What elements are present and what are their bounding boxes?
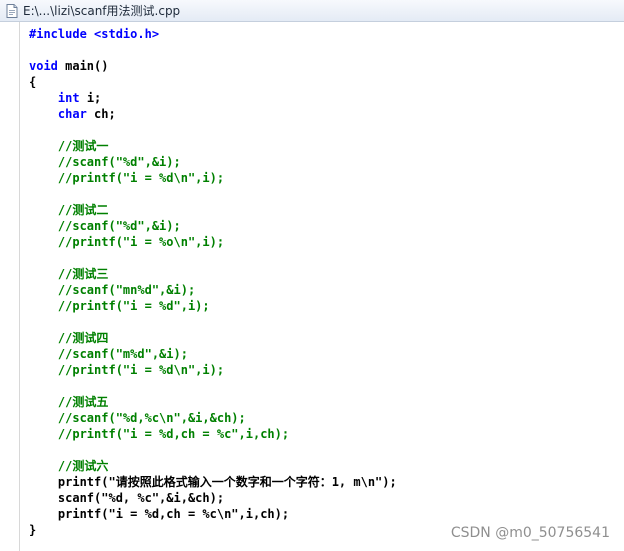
code-line[interactable]: //测试四 <box>29 330 397 346</box>
code-text: main() <box>57 59 109 73</box>
code-line[interactable]: //printf("i = %o\n",i); <box>29 234 397 250</box>
code-line[interactable]: //scanf("m%d",&i); <box>29 346 397 362</box>
code-line[interactable]: //scanf("mn%d",&i); <box>29 282 397 298</box>
code-line[interactable]: //printf("i = %d,ch = %c",i,ch); <box>29 426 397 442</box>
code-keyword: int <box>57 91 80 105</box>
code-line[interactable]: printf("请按照此格式输入一个数字和一个字符：1, m\n"); <box>29 474 397 490</box>
code-comment: //scanf("%d,%c\n",&i,&ch); <box>29 411 246 425</box>
code-comment: //测试六 <box>29 459 109 473</box>
code-text: printf("i = %d,ch = %c\n",i,ch); <box>29 507 290 521</box>
code-text: { <box>29 75 37 89</box>
code-line[interactable] <box>29 186 397 202</box>
code-line[interactable]: //测试五 <box>29 394 397 410</box>
window-title: E:\...\lizi\scanf用法测试.cpp <box>23 4 181 18</box>
code-comment: //scanf("%d",&i); <box>29 155 181 169</box>
code-comment: //printf("i = %d\n",i); <box>29 171 225 185</box>
code-text: scanf("%d, %c",&i,&ch); <box>29 491 225 505</box>
code-line[interactable] <box>29 42 397 58</box>
code-line[interactable]: //测试三 <box>29 266 397 282</box>
code-line[interactable]: //测试一 <box>29 138 397 154</box>
code-line[interactable]: { <box>29 74 397 90</box>
code-line[interactable]: int i; <box>29 90 397 106</box>
code-line[interactable]: //scanf("%d,%c\n",&i,&ch); <box>29 410 397 426</box>
csdn-watermark: CSDN @m0_50756541 <box>450 525 610 541</box>
code-comment: //printf("i = %o\n",i); <box>29 235 225 249</box>
code-comment: //测试二 <box>29 203 109 217</box>
code-comment: //测试一 <box>29 139 109 153</box>
code-text: ch; <box>86 107 116 121</box>
code-line[interactable]: //测试二 <box>29 202 397 218</box>
code-comment: //测试四 <box>29 331 109 345</box>
code-line[interactable]: scanf("%d, %c",&i,&ch); <box>29 490 397 506</box>
code-comment: //scanf("mn%d",&i); <box>29 283 196 297</box>
code-line[interactable] <box>29 314 397 330</box>
code-line[interactable]: printf("i = %d,ch = %c\n",i,ch); <box>29 506 397 522</box>
code-line[interactable]: //scanf("%d",&i); <box>29 154 397 170</box>
cpp-file-icon <box>6 3 18 18</box>
source-code[interactable]: #include <stdio.h> void main(){ int i; c… <box>29 26 397 538</box>
code-editor[interactable]: #include <stdio.h> void main(){ int i; c… <box>0 22 624 551</box>
code-keyword: char <box>57 107 87 121</box>
code-keyword: #include <stdio.h> <box>29 27 160 41</box>
code-line[interactable] <box>29 442 397 458</box>
code-line[interactable]: //scanf("%d",&i); <box>29 218 397 234</box>
code-line[interactable]: //printf("i = %d\n",i); <box>29 170 397 186</box>
code-comment: //scanf("m%d",&i); <box>29 347 188 361</box>
code-line[interactable] <box>29 122 397 138</box>
code-line[interactable]: //测试六 <box>29 458 397 474</box>
code-comment: //printf("i = %d",i); <box>29 299 210 313</box>
window-titlebar[interactable]: E:\...\lizi\scanf用法测试.cpp <box>0 0 624 22</box>
code-line[interactable]: void main() <box>29 58 397 74</box>
code-line[interactable]: } <box>29 522 397 538</box>
code-comment: //测试五 <box>29 395 109 409</box>
editor-gutter <box>0 22 20 551</box>
code-text: printf("请按照此格式输入一个数字和一个字符：1, m\n"); <box>29 475 397 489</box>
code-line[interactable]: //printf("i = %d\n",i); <box>29 362 397 378</box>
code-comment: //printf("i = %d\n",i); <box>29 363 225 377</box>
code-line[interactable]: //printf("i = %d",i); <box>29 298 397 314</box>
code-keyword: void <box>29 59 58 73</box>
code-line[interactable] <box>29 250 397 266</box>
code-line[interactable]: char ch; <box>29 106 397 122</box>
code-comment: //printf("i = %d,ch = %c",i,ch); <box>29 427 290 441</box>
code-comment: //scanf("%d",&i); <box>29 219 181 233</box>
code-line[interactable] <box>29 378 397 394</box>
code-comment: //测试三 <box>29 267 109 281</box>
code-line[interactable]: #include <stdio.h> <box>29 26 397 42</box>
code-text: i; <box>79 91 102 105</box>
code-text: } <box>29 523 37 537</box>
